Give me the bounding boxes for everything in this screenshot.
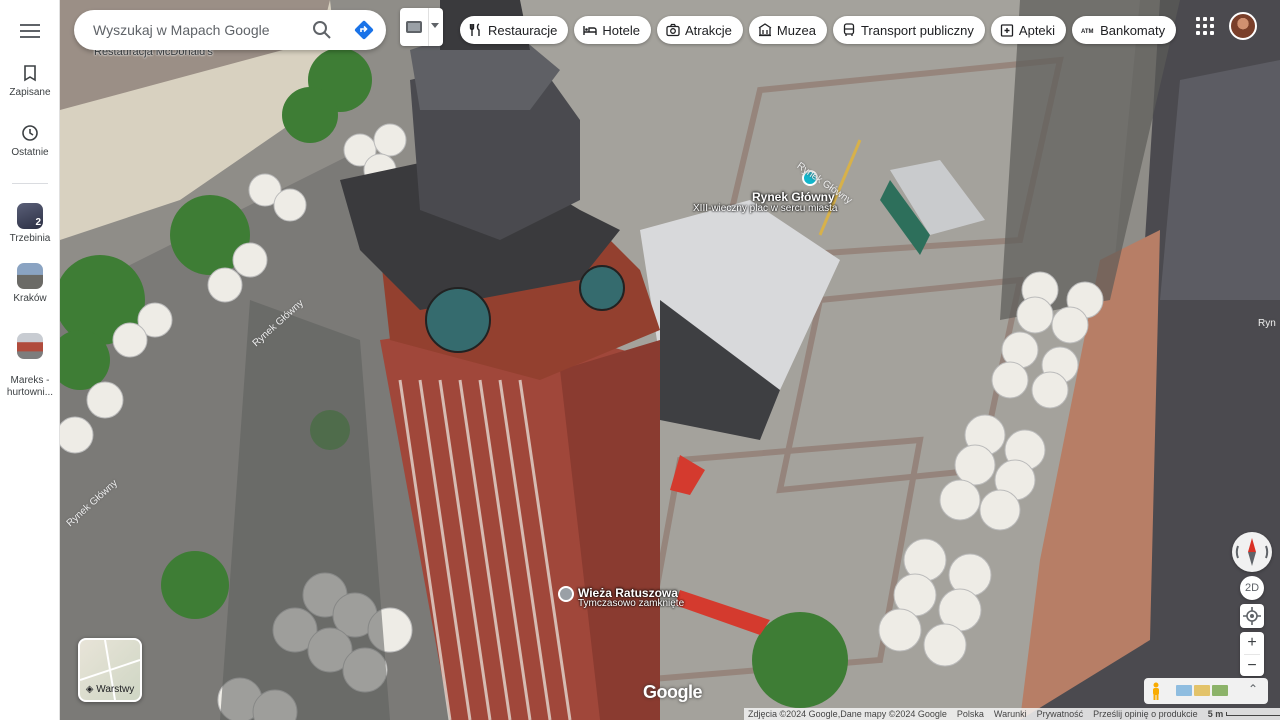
aerial-imagery <box>60 0 1280 720</box>
compass-icon <box>1235 538 1269 566</box>
search-box <box>74 10 386 50</box>
chevron-down-icon[interactable] <box>431 23 439 28</box>
feedback-link[interactable]: Prześlij opinię o produkcie <box>1093 709 1198 719</box>
recent-button[interactable]: Ostatnie <box>0 123 60 158</box>
zoom-out-button[interactable]: − <box>1240 655 1264 677</box>
layers-label: Warstwy <box>96 684 135 695</box>
my-location-icon <box>1243 607 1261 625</box>
my-location-button[interactable] <box>1240 604 1264 628</box>
closed-poi-pin-icon[interactable] <box>558 586 574 602</box>
toggle-2d-button[interactable]: 2D <box>1240 576 1264 600</box>
pharmacy-icon <box>1000 24 1014 37</box>
street-view-bar: ⌃ <box>1144 678 1268 704</box>
search-input[interactable] <box>93 20 303 40</box>
google-apps-icon[interactable] <box>1196 17 1214 35</box>
compass-control[interactable] <box>1232 532 1272 572</box>
recent-place-label: Kraków <box>13 293 47 304</box>
chip-label: Muzea <box>776 22 816 38</box>
imagery-tile[interactable] <box>1212 685 1228 696</box>
recent-place-trzebinia[interactable]: 2 Trzebinia <box>0 203 60 244</box>
chip-attractions[interactable]: Atrakcje <box>656 16 743 44</box>
recent-place-label: Trzebinia <box>9 233 51 244</box>
transit-layer-toggle[interactable] <box>400 8 443 46</box>
chip-label: Transport publiczny <box>860 22 974 38</box>
recent-place-label: Mareks - hurtowni... <box>6 375 54 398</box>
layers-label-row: ◈ Warstwy <box>80 684 140 695</box>
history-icon <box>22 125 38 141</box>
count-badge: 2 <box>35 217 41 228</box>
bed-icon <box>583 26 598 35</box>
poi-subtitle-wieza: Tymczasowo zamknięte <box>578 598 685 609</box>
privacy-link[interactable]: Prywatność <box>1037 709 1084 719</box>
bus-icon <box>843 23 855 36</box>
poi-title-rynek[interactable]: Rynek Główny <box>752 190 835 204</box>
category-chips: Restauracje Hotele Atrakcje Muzea Transp… <box>460 16 1177 44</box>
menu-icon[interactable] <box>18 20 42 40</box>
place-thumbnail <box>17 263 43 289</box>
imagery-tile[interactable] <box>1194 685 1210 696</box>
google-logo: Google <box>643 682 703 702</box>
scale-bar[interactable]: 5 m <box>1208 709 1280 719</box>
chip-label: Bankomaty <box>1100 22 1166 38</box>
chip-atms[interactable]: ATM Bankomaty <box>1072 16 1177 44</box>
terms-link[interactable]: Warunki <box>994 709 1027 719</box>
imagery-tiles[interactable] <box>1176 685 1228 696</box>
pegman-icon[interactable] <box>1150 682 1162 700</box>
svg-text:ATM: ATM <box>1081 29 1094 35</box>
chip-hotels[interactable]: Hotele <box>574 16 651 44</box>
layers-button[interactable]: ◈ Warstwy <box>78 638 142 702</box>
scale-label: 5 m <box>1207 709 1224 719</box>
recent-place-krakow[interactable]: Kraków <box>0 263 60 304</box>
country-link[interactable]: Polska <box>957 709 984 719</box>
layers-stack-icon: ◈ <box>85 684 94 695</box>
rail-divider <box>12 183 48 184</box>
chip-pharmacies[interactable]: Apteki <box>990 16 1067 44</box>
zoom-control: + − <box>1240 632 1264 676</box>
chip-label: Atrakcje <box>684 22 732 38</box>
chip-label: Apteki <box>1018 22 1056 38</box>
avatar[interactable] <box>1229 12 1257 40</box>
keyboard-icon <box>406 21 422 33</box>
road-label: Ryn <box>1258 318 1276 329</box>
saved-button[interactable]: Zapisane <box>0 63 60 98</box>
saved-label: Zapisane <box>9 87 51 98</box>
chip-restaurants[interactable]: Restauracje <box>460 16 569 44</box>
imagery-tile[interactable] <box>1176 685 1192 696</box>
left-rail: Zapisane Ostatnie 2 Trzebinia Kraków Mar… <box>0 0 60 720</box>
zoom-in-button[interactable]: + <box>1240 632 1264 654</box>
atm-icon: ATM <box>1081 29 1094 35</box>
poi-subtitle-rynek: XIII-wieczny plac w sercu miasta <box>693 203 838 214</box>
bookmark-icon <box>24 65 36 82</box>
place-thumbnail <box>17 333 43 359</box>
map-canvas[interactable]: Restauracja McDonald's Rynek Główny XIII… <box>60 0 1280 720</box>
recent-label: Ostatnie <box>11 147 49 158</box>
expand-chevron-icon[interactable]: ⌃ <box>1248 682 1258 696</box>
divider <box>428 8 429 46</box>
fork-knife-icon <box>469 23 480 36</box>
scale-line <box>1226 712 1280 716</box>
map-credits: Zdjęcia ©2024 Google,Dane mapy ©2024 Goo… <box>748 709 947 719</box>
chip-museums[interactable]: Muzea <box>748 16 827 44</box>
chip-label: Hotele <box>602 22 640 38</box>
recent-place-mareks[interactable]: Mareks - hurtowni... <box>0 321 60 399</box>
directions-icon[interactable] <box>352 18 376 42</box>
camera-icon <box>666 23 680 37</box>
chip-transit[interactable]: Transport publiczny <box>832 16 985 44</box>
place-thumbnail: 2 <box>17 203 43 229</box>
map-footer: Zdjęcia ©2024 Google,Dane mapy ©2024 Goo… <box>744 708 1280 720</box>
chip-label: Restauracje <box>488 22 558 38</box>
search-icon[interactable] <box>310 18 334 42</box>
museum-icon <box>758 23 772 37</box>
